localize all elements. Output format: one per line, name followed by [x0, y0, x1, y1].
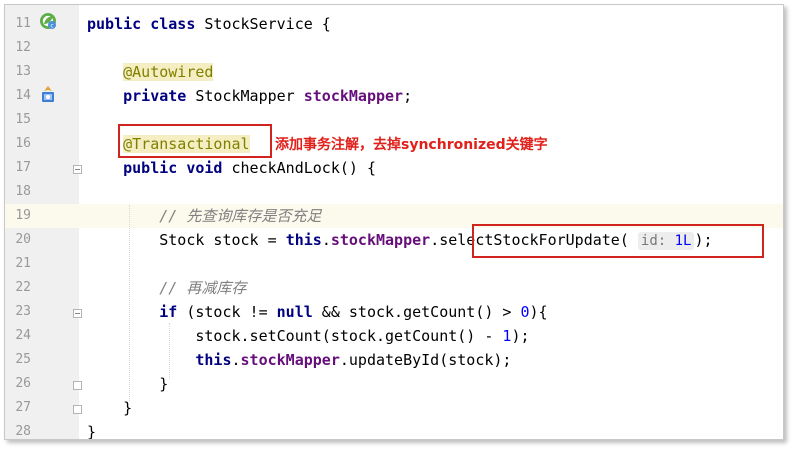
fold-marker[interactable]: [73, 381, 82, 390]
code-text[interactable]: }: [87, 372, 168, 396]
code-line-24[interactable]: 24 stock.setCount(stock.getCount() - 1);: [5, 324, 783, 348]
code-text[interactable]: }: [87, 396, 132, 420]
line-number: 12: [15, 40, 31, 55]
code-text[interactable]: private StockMapper stockMapper;: [87, 84, 412, 108]
line-number: 19: [5, 204, 31, 228]
select-for-update-callout-box: [472, 224, 764, 258]
line-number: 17: [15, 160, 31, 175]
code-token-kw: if: [159, 303, 178, 321]
transactional-callout-box: [118, 124, 272, 158]
code-line-26[interactable]: 26 }: [5, 372, 783, 396]
fold-marker[interactable]: [73, 405, 82, 414]
code-token-kw: private: [123, 87, 187, 105]
code-token-kw: this: [285, 231, 322, 249]
code-token-plain: && stock.getCount() >: [312, 303, 521, 321]
code-text[interactable]: // 再减库存: [87, 276, 246, 300]
code-text[interactable]: }: [87, 420, 97, 440]
fold-marker[interactable]: [73, 165, 82, 174]
line-number: 14: [15, 88, 31, 103]
code-line-14[interactable]: 14 private StockMapper stockMapper;: [5, 84, 783, 108]
line-number: 27: [15, 400, 31, 415]
indent-guide: [169, 323, 171, 379]
code-token-kw: null: [276, 303, 313, 321]
code-token-cmt: // 再减库存: [159, 279, 247, 297]
line-number: 22: [15, 280, 31, 295]
line-number: 20: [15, 232, 31, 247]
code-line-13[interactable]: 13 @Autowired: [5, 60, 783, 84]
code-text[interactable]: @Autowired: [87, 60, 214, 84]
line-number: 13: [15, 64, 31, 79]
code-token-plain: .: [321, 231, 331, 249]
code-token-plain: checkAndLock() {: [222, 159, 376, 177]
line-number: 25: [15, 352, 31, 367]
code-token-kw: this: [195, 351, 232, 369]
code-editor[interactable]: 11 public class StockService { 12 13 @Autow…: [4, 4, 784, 440]
code-token-num: 0: [520, 303, 530, 321]
fold-marker[interactable]: [73, 309, 82, 318]
code-token-plain: );: [511, 327, 530, 345]
svg-text:c: c: [50, 23, 53, 30]
code-token-plain: }: [87, 399, 133, 417]
code-text[interactable]: if (stock != null && stock.getCount() > …: [87, 300, 548, 324]
line-number: 11: [15, 16, 31, 31]
code-line-18[interactable]: 18: [5, 180, 783, 204]
code-token-plain: ){: [529, 303, 548, 321]
line-number: 24: [15, 328, 31, 343]
code-line-28[interactable]: 28}: [5, 420, 783, 440]
code-text[interactable]: stock.setCount(stock.getCount() - 1);: [87, 324, 530, 348]
code-token-fld: stockMapper: [303, 87, 404, 105]
code-token-plain: .: [231, 351, 241, 369]
annotation-note: 添加事务注解，去掉synchronized关键字: [275, 137, 548, 153]
code-token-kw: public void: [123, 159, 223, 177]
code-token-plain: StockService {: [195, 15, 331, 33]
line-number: 26: [15, 376, 31, 391]
code-line-25[interactable]: 25 this.stockMapper.updateById(stock);: [5, 348, 783, 372]
code-token-fld: stockMapper: [330, 231, 431, 249]
autowired-injection-icon[interactable]: [39, 85, 57, 103]
line-number: 21: [15, 256, 31, 271]
code-token-plain: }: [87, 375, 169, 393]
code-line-22[interactable]: 22 // 再减库存: [5, 276, 783, 300]
line-number: 16: [15, 136, 31, 151]
line-number: 23: [15, 304, 31, 319]
code-token-plain: (stock !=: [177, 303, 277, 321]
indent-guide: [129, 205, 131, 401]
code-token-plain: Stock stock =: [87, 231, 286, 249]
code-token-plain: ;: [403, 87, 413, 105]
code-text[interactable]: public void checkAndLock() {: [87, 156, 376, 180]
spring-bean-class-icon[interactable]: c: [39, 12, 57, 30]
code-text[interactable]: // 先查询库存是否充足: [87, 204, 321, 228]
code-token-plain: .updateById(stock);: [339, 351, 512, 369]
code-token-plain: stock.setCount(stock.getCount() -: [87, 327, 503, 345]
code-token-ann: @Autowired: [123, 63, 214, 81]
code-token-plain: }: [87, 423, 97, 440]
code-line-12[interactable]: 12: [5, 36, 783, 60]
code-token-plain: StockMapper: [186, 87, 304, 105]
code-token-kw: public class: [87, 15, 196, 33]
code-line-27[interactable]: 27 }: [5, 396, 783, 420]
code-token-cmt: // 先查询库存是否充足: [159, 207, 322, 225]
line-number: 15: [15, 112, 31, 127]
line-number: 28: [15, 424, 31, 439]
code-text[interactable]: this.stockMapper.updateById(stock);: [87, 348, 511, 372]
code-text[interactable]: public class StockService {: [87, 12, 331, 36]
code-line-17[interactable]: 17 public void checkAndLock() {: [5, 156, 783, 180]
code-line-23[interactable]: 23 if (stock != null && stock.getCount()…: [5, 300, 783, 324]
code-line-11[interactable]: 11 public class StockService {: [5, 12, 783, 36]
line-number: 18: [15, 184, 31, 199]
code-token-fld: stockMapper: [240, 351, 340, 369]
